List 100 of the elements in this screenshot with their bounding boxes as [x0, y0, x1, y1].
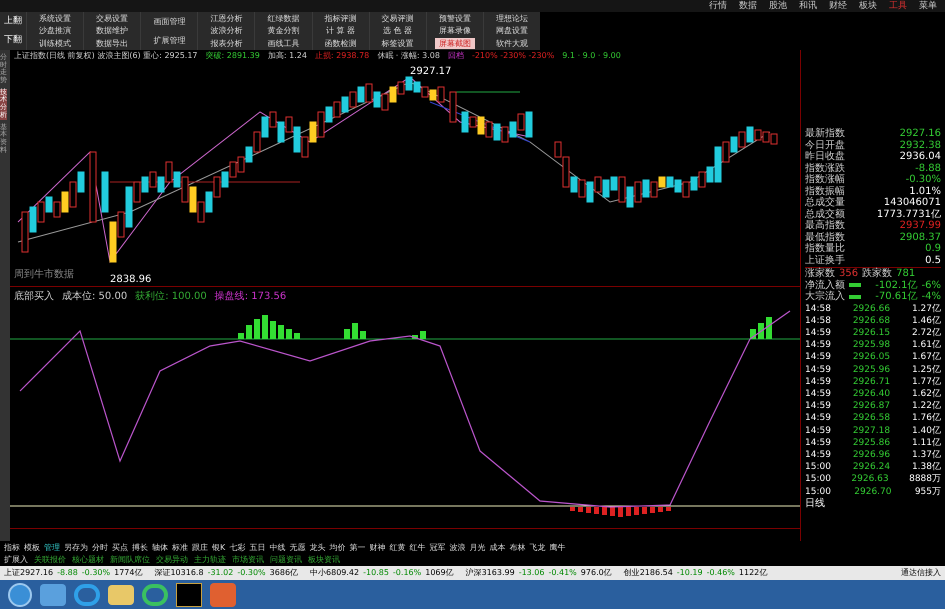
toolbar-item[interactable]: 画面管理 [149, 16, 190, 27]
flow-value: -70.61亿 [875, 291, 918, 302]
indicator-tab[interactable]: 无愿 [289, 544, 306, 552]
indicator-tab[interactable]: 波浪 [449, 544, 466, 552]
period-label: 日线 [805, 498, 826, 510]
indicator-tab[interactable]: 五日 [249, 544, 266, 552]
app-icon[interactable] [176, 582, 202, 606]
info-tab[interactable]: 市场资讯 [232, 556, 264, 564]
tick-price: 2926.68 [852, 314, 890, 327]
flow-label: 大宗流入 [805, 291, 845, 302]
indicator-tab[interactable]: 红牛 [409, 544, 426, 552]
quote-value: 2937.99 [900, 220, 941, 232]
toolbar-item[interactable]: 屏幕截图 [434, 38, 475, 50]
indicator-tab[interactable]: 标准 [172, 544, 188, 552]
toolbar-item[interactable]: 函数检测 [320, 38, 361, 50]
page-button[interactable]: 下翻 [4, 36, 22, 45]
toolbar-item[interactable]: 预警设置 [434, 12, 475, 24]
toolbar-item[interactable]: 网盘设置 [492, 25, 532, 36]
toolbar-item[interactable]: 数据维护 [92, 25, 132, 36]
menu-item[interactable]: 数据 [739, 2, 757, 10]
tick-price: 2926.40 [852, 388, 890, 400]
indicator-tab[interactable]: 鹰牛 [549, 544, 566, 552]
info-tab[interactable]: 扩展入 [4, 556, 28, 564]
toolbar-item[interactable]: 报表分析 [206, 38, 246, 50]
index-percent: -0.16% [392, 567, 422, 579]
indicator-tab[interactable]: 布林 [509, 544, 526, 552]
toolbar-item[interactable]: 计 算 器 [322, 25, 360, 36]
toolbar-item[interactable]: 波浪分析 [206, 25, 246, 36]
quote-value: 1.01% [909, 186, 941, 197]
menu-item[interactable]: 板块 [859, 2, 877, 10]
chart-header-value: 上证指数(日线 前复权) 波浪主图(6) 重心: 2925.17 [14, 52, 198, 60]
tick-amount: 1.61亿 [912, 339, 941, 352]
toolbar-item[interactable]: 画线工具 [263, 38, 304, 50]
info-tab[interactable]: 主力轨迹 [194, 556, 226, 564]
quote-label: 指数涨幅 [805, 174, 845, 186]
indicator-tab[interactable]: 轴体 [152, 544, 168, 552]
menu-item[interactable]: 财经 [829, 2, 847, 10]
index-name: 中小6809.42 [310, 567, 360, 579]
indicator-tab[interactable]: 跟庄 [192, 544, 208, 552]
start-icon[interactable] [8, 582, 32, 606]
info-tab[interactable]: 关联报价 [34, 556, 66, 564]
toolbar-item[interactable]: 红绿数据 [263, 12, 304, 24]
tick-time: 14:59 [805, 364, 831, 376]
indicator-tab[interactable]: 分时 [92, 544, 108, 552]
toolbar-item[interactable]: 系统设置 [35, 12, 76, 24]
flow-label: 净流入额 [805, 280, 845, 290]
indicator-tab[interactable]: 成本 [489, 544, 506, 552]
indicator-tab[interactable]: 第一 [349, 544, 366, 552]
toolbar-item[interactable]: 扩展管理 [149, 35, 190, 46]
toolbar-item[interactable]: 江恩分析 [206, 12, 246, 24]
toolbar-item[interactable]: 指标评测 [320, 12, 361, 24]
chart-header-value: -210% -230% -230% [472, 52, 554, 60]
toolbar-item[interactable]: 标签设置 [378, 38, 418, 50]
quote-label: 总成交量 [805, 197, 845, 208]
menu-item[interactable]: 菜单 [919, 2, 937, 10]
tick-price: 2926.05 [852, 351, 890, 364]
tick-time: 15:00 [805, 486, 831, 498]
indicator-tab[interactable]: 另存为 [64, 544, 88, 552]
tick-amount: 1.11亿 [912, 436, 941, 449]
toolbar-item[interactable]: 屏幕录像 [434, 25, 475, 36]
indicator-tab[interactable]: 模板 [24, 544, 40, 552]
toolbar-item[interactable]: 软件大观 [492, 38, 532, 50]
indicator-tab[interactable]: 冠军 [429, 544, 446, 552]
info-tab[interactable]: 新闻队席位 [110, 556, 150, 564]
toolbar-item[interactable]: 沙盘推演 [35, 25, 76, 36]
connection-status[interactable]: 通达信接入 [901, 567, 941, 579]
toolbar-item[interactable]: 理想论坛 [492, 12, 532, 24]
quote-value: 1773.7731亿 [876, 208, 941, 220]
page-button[interactable]: 上翻 [4, 17, 22, 26]
menu-item[interactable]: 行情 [709, 2, 727, 10]
indicator-tab[interactable]: 指标 [4, 544, 20, 552]
menu-item[interactable]: 工具 [889, 2, 907, 10]
indicator-tab[interactable]: 中线 [269, 544, 286, 552]
indicator-tab[interactable]: 月光 [469, 544, 486, 552]
indicator-tab[interactable]: 龙头 [309, 544, 326, 552]
tick-time: 14:59 [805, 351, 831, 364]
toolbar-item[interactable]: 交易设置 [92, 12, 132, 24]
indicator-tab[interactable]: 买点 [112, 544, 128, 552]
info-tab[interactable]: 交易异动 [156, 556, 188, 564]
indicator-tab[interactable]: 飞龙 [529, 544, 546, 552]
toolbar-item[interactable]: 训练模式 [35, 38, 76, 50]
indicator-tab[interactable]: 银K [212, 544, 226, 552]
toolbar-item[interactable]: 数据导出 [92, 38, 132, 50]
info-tab[interactable]: 板块资讯 [308, 556, 340, 564]
toolbar-item[interactable]: 交易评测 [378, 12, 418, 24]
tick-price: 2926.58 [852, 412, 890, 425]
info-tab[interactable]: 问题资讯 [270, 556, 302, 564]
menu-item[interactable]: 股池 [769, 2, 787, 10]
info-tab[interactable]: 核心题材 [72, 556, 104, 564]
price-label: 2838.96 [110, 273, 152, 287]
indicator-tab[interactable]: 七彩 [229, 544, 246, 552]
menu-item[interactable]: 和讯 [799, 2, 817, 10]
toolbar-item[interactable]: 选 色 器 [379, 25, 416, 36]
indicator-tab[interactable]: 管理 [44, 544, 60, 552]
indicator-tab[interactable]: 搏长 [132, 544, 148, 552]
folder-icon[interactable] [108, 584, 134, 604]
indicator-tab[interactable]: 均价 [329, 544, 346, 552]
indicator-tab[interactable]: 红黄 [389, 544, 406, 552]
toolbar-item[interactable]: 黄金分割 [263, 25, 304, 36]
indicator-tab[interactable]: 财神 [369, 544, 386, 552]
